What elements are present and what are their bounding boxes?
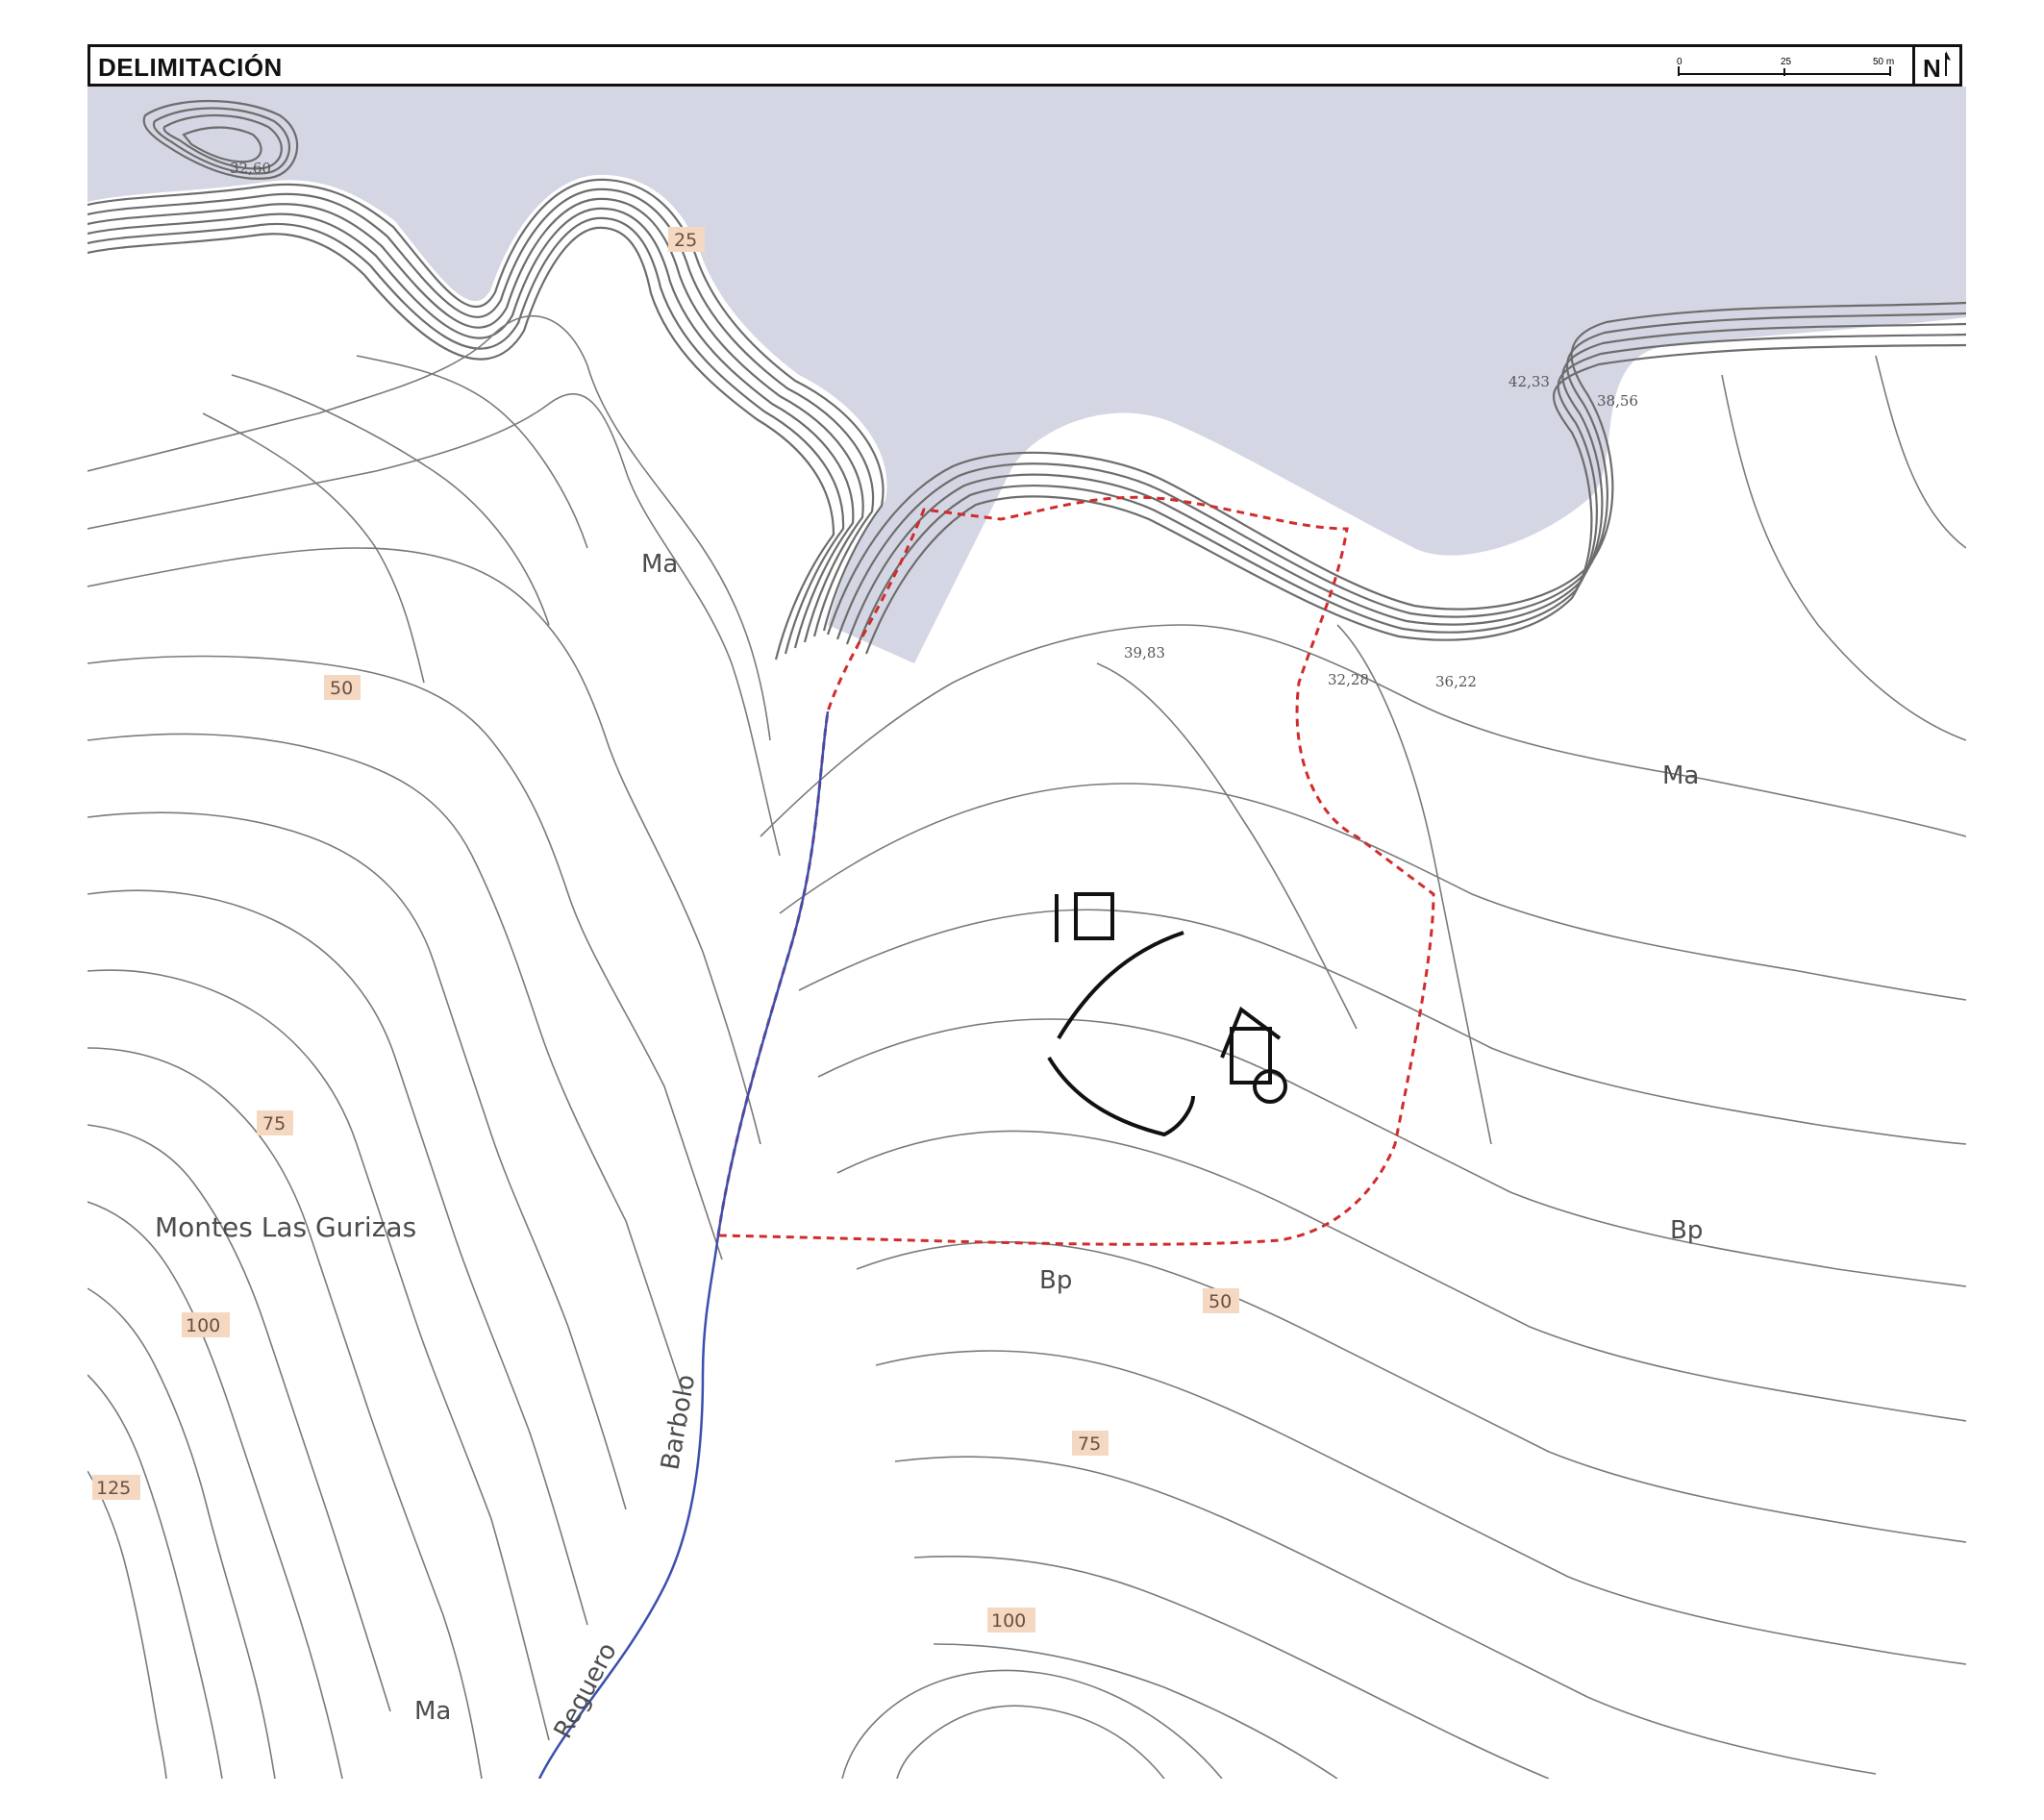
contour-label-100b: 100 [987,1608,1035,1633]
svg-text:32,28: 32,28 [1328,671,1369,688]
inland-contours [87,314,1966,1779]
scale-tick-0: 0 [1677,57,1683,67]
scale-tick-25: 25 [1781,57,1792,67]
site-boundary [716,495,1435,1246]
map-header: DELIMITACIÓN 0 25 50 m N [87,44,1962,87]
svg-text:39,83: 39,83 [1124,644,1165,661]
label-place: Montes Las Gurizas [155,1211,416,1243]
svg-text:50: 50 [1209,1291,1232,1312]
svg-text:38,56: 38,56 [1597,392,1638,410]
svg-text:50: 50 [330,678,353,699]
contour-label-50a: 50 [324,675,361,700]
label-stream-2: Reguero [549,1638,623,1743]
contour-label-50b: 50 [1203,1288,1239,1313]
label-ma-1: Ma [641,550,678,579]
building-icon [1047,892,1287,1137]
label-ma-2: Ma [1662,761,1699,790]
svg-text:75: 75 [262,1113,286,1134]
contour-label-75b: 75 [1072,1431,1109,1456]
svg-text:100: 100 [991,1610,1026,1632]
contour-label-125: 125 [92,1475,140,1500]
scale-bar: 0 25 50 m [1677,57,1894,76]
contour-label-25: 25 [668,227,705,252]
svg-text:25: 25 [674,230,697,251]
north-label: N [1923,54,1941,83]
stream [537,711,830,1779]
svg-text:75: 75 [1078,1434,1101,1455]
north-arrow-icon: N [1912,47,1951,84]
svg-text:42,33: 42,33 [1508,373,1550,390]
svg-text:36,22: 36,22 [1435,673,1477,690]
map-title: DELIMITACIÓN [98,53,283,82]
svg-text:125: 125 [96,1478,131,1499]
svg-text:32,60: 32,60 [230,160,271,177]
label-bp-1: Bp [1670,1216,1703,1245]
scale-tick-50: 50 m [1873,57,1894,67]
label-stream-1: Barbolo [656,1373,701,1473]
contour-label-100a: 100 [182,1312,230,1337]
svg-text:100: 100 [186,1315,220,1336]
label-bp-2: Bp [1039,1266,1072,1295]
contour-label-75a: 75 [257,1110,293,1135]
label-ma-3: Ma [414,1697,451,1726]
map-area[interactable]: Ma Ma Ma Bp Bp Montes Las Gurizas Barbol… [87,87,1966,1779]
topographic-map[interactable]: Ma Ma Ma Bp Bp Montes Las Gurizas Barbol… [87,87,1966,1779]
sea-area [87,87,1966,663]
